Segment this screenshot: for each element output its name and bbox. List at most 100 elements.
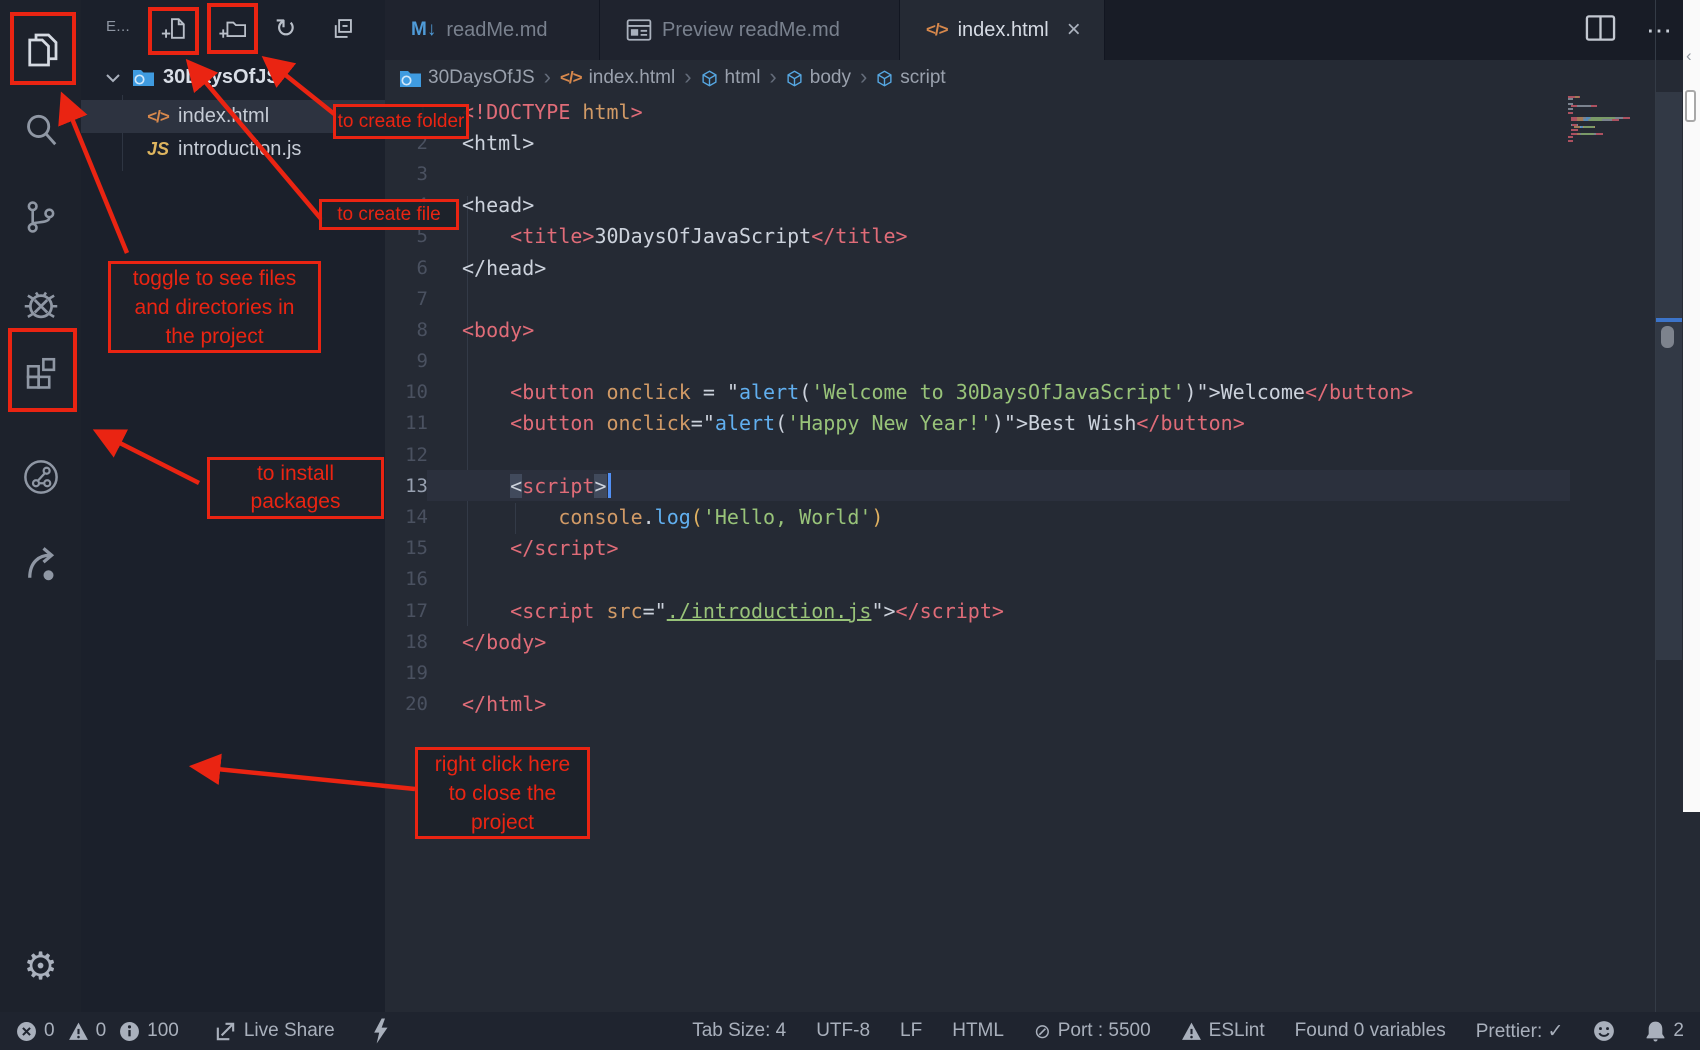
tab-readMe.md[interactable]: M↓readMe.md — [385, 0, 600, 60]
minimap[interactable] — [1568, 96, 1655, 156]
code-text: </html> — [428, 692, 546, 716]
breadcrumb-item-30DaysOfJS[interactable]: 30DaysOfJS — [400, 67, 535, 89]
minimap-token — [1568, 112, 1573, 114]
explorer-header-label: E... — [106, 18, 130, 35]
status-errors[interactable]: 0 — [16, 1020, 55, 1042]
breadcrumb-item-script[interactable]: script — [876, 67, 945, 89]
scrollbar-knob[interactable] — [1661, 326, 1674, 348]
token: </button> — [1136, 411, 1244, 435]
code-text: <title>30DaysOfJavaScript</title> — [428, 224, 908, 248]
activity-search[interactable] — [0, 108, 81, 152]
status-live-share-label: Live Share — [244, 1020, 335, 1042]
status-notifications[interactable]: 2 — [1645, 1020, 1684, 1042]
status-infos[interactable]: 100 — [119, 1020, 179, 1042]
code-line-7[interactable]: 7 — [385, 283, 1700, 314]
minimap-token — [1581, 133, 1594, 135]
tab-index.html[interactable]: </>index.html× — [900, 0, 1105, 60]
tab-Preview readMe.md[interactable]: Preview readMe.md — [600, 0, 900, 60]
project-root-row[interactable]: 30DaysOfJS — [81, 60, 385, 95]
tab-bar: M↓readMe.mdPreview readMe.md</>index.htm… — [385, 0, 1700, 60]
status-encoding[interactable]: UTF-8 — [816, 1020, 870, 1042]
line-number: 16 — [385, 568, 428, 590]
browser-scrollbar[interactable]: ‹ — [1683, 0, 1700, 812]
code-line-19[interactable]: 19 — [385, 657, 1700, 688]
code-line-11[interactable]: 11 <button onclick="alert('Happy New Yea… — [385, 408, 1700, 439]
code-line-6[interactable]: 6</head> — [385, 252, 1700, 283]
status-feedback[interactable] — [1593, 1020, 1615, 1042]
minimap-token — [1568, 108, 1573, 110]
collapse-all-icon[interactable] — [329, 15, 356, 42]
token: < — [510, 474, 522, 498]
code-line-20[interactable]: 20</html> — [385, 689, 1700, 720]
line-number: 17 — [385, 600, 428, 622]
token: ) — [871, 505, 883, 529]
editor-scrollbar-thumb[interactable] — [1656, 92, 1682, 660]
status-variables-label: Found 0 variables — [1295, 1020, 1446, 1042]
line-number: 20 — [385, 693, 428, 715]
split-editor-icon[interactable] — [1585, 14, 1616, 47]
minimap-token — [1571, 129, 1578, 131]
code-line-3[interactable]: 3 — [385, 158, 1700, 189]
markdown-icon: M↓ — [411, 19, 436, 41]
code-line-14[interactable]: 14 console.log('Hello, World') — [385, 501, 1700, 532]
minimap-token — [1577, 105, 1591, 107]
token: 'Happy New Year!' — [787, 411, 992, 435]
status-port[interactable]: ⊘Port : 5500 — [1034, 1019, 1151, 1044]
debug-icon — [21, 285, 61, 325]
annotation-create-file: to create file — [319, 199, 459, 230]
minimap-line — [1568, 98, 1573, 100]
more-actions-icon[interactable]: ⋯ — [1646, 15, 1672, 46]
code-line-4[interactable]: 4<head> — [385, 190, 1700, 221]
code-line-17[interactable]: 17 <script src="./introduction.js"></scr… — [385, 595, 1700, 626]
activity-settings[interactable]: ⚙ — [0, 944, 81, 988]
status-bar-left: 0 0 100 Live Share — [0, 1017, 390, 1045]
code-line-1[interactable]: 1<!DOCTYPE html> — [385, 96, 1700, 127]
token: <!DOCTYPE — [462, 100, 570, 124]
status-language-label: HTML — [952, 1020, 1004, 1042]
status-tab-size[interactable]: Tab Size: 4 — [692, 1020, 786, 1042]
annotation-box-new-folder — [207, 3, 258, 54]
status-lightning[interactable] — [370, 1017, 390, 1045]
minimap-token — [1589, 119, 1602, 121]
token: script — [522, 474, 594, 498]
activity-live-share[interactable] — [0, 542, 81, 586]
token: log — [655, 505, 691, 529]
activity-source-control[interactable] — [0, 195, 81, 239]
close-icon[interactable]: × — [1067, 20, 1081, 40]
project-name: 30DaysOfJS — [163, 66, 280, 89]
status-eslint[interactable]: ESLint — [1181, 1020, 1265, 1042]
code-line-9[interactable]: 9 — [385, 346, 1700, 377]
status-warnings[interactable]: 0 — [68, 1020, 107, 1042]
token: <head> — [462, 193, 534, 217]
bell-icon — [1645, 1020, 1666, 1042]
breadcrumb-item-body[interactable]: body — [786, 67, 851, 89]
activity-remote[interactable] — [0, 455, 81, 499]
code-line-15[interactable]: 15 </script> — [385, 533, 1700, 564]
status-language[interactable]: HTML — [952, 1020, 1004, 1042]
activity-run-debug[interactable] — [0, 283, 81, 327]
minimap-token — [1579, 96, 1580, 98]
code-line-10[interactable]: 10 <button onclick = "alert('Welcome to … — [385, 377, 1700, 408]
code-line-12[interactable]: 12 — [385, 439, 1700, 470]
code-line-5[interactable]: 5 <title>30DaysOfJavaScript</title> — [385, 221, 1700, 252]
code-line-8[interactable]: 8<body> — [385, 314, 1700, 345]
code-line-18[interactable]: 18</body> — [385, 626, 1700, 657]
status-prettier[interactable]: Prettier: ✓ — [1476, 1020, 1564, 1043]
token — [462, 411, 510, 435]
code-line-2[interactable]: 2<html> — [385, 127, 1700, 158]
code-line-16[interactable]: 16 — [385, 564, 1700, 595]
status-eol[interactable]: LF — [900, 1020, 922, 1042]
smiley-icon — [1593, 1020, 1615, 1042]
code-line-13[interactable]: 13 <script> — [385, 470, 1700, 501]
browser-scrollbar-thumb[interactable] — [1685, 90, 1696, 122]
breadcrumb-item-html[interactable]: html — [701, 67, 761, 89]
file-name: index.html — [178, 105, 269, 128]
breadcrumb-item-index.html[interactable]: </>index.html — [560, 67, 675, 89]
token: Best Wish — [1028, 411, 1136, 435]
code-lines[interactable]: 1<!DOCTYPE html>2<html>34<head>5 <title>… — [385, 96, 1700, 720]
refresh-icon[interactable]: ↻ — [272, 15, 299, 42]
status-variables[interactable]: Found 0 variables — [1295, 1020, 1446, 1042]
status-warnings-label: 0 — [96, 1020, 107, 1042]
minimap-line — [1568, 140, 1573, 142]
status-live-share[interactable]: Live Share — [214, 1020, 335, 1043]
